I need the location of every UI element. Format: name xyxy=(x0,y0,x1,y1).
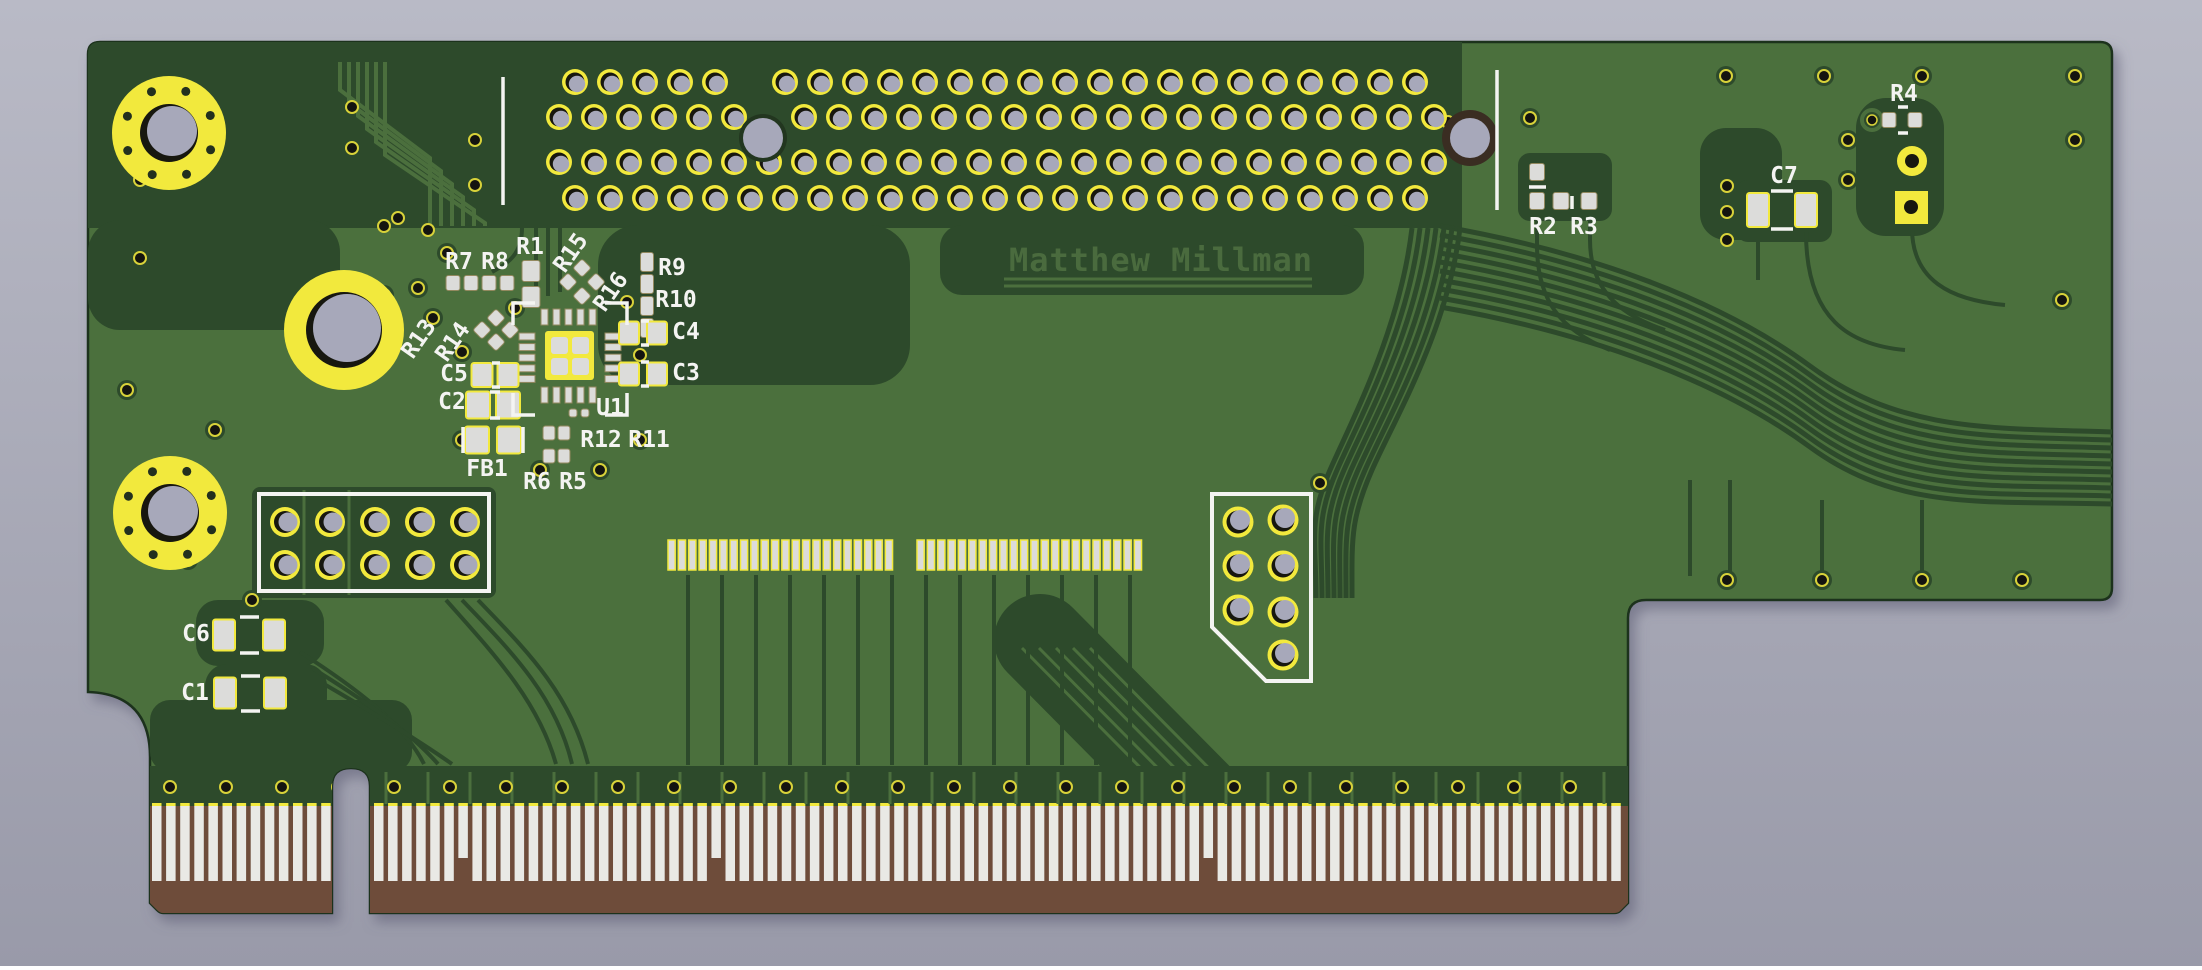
pcb-render-viewport: R7R8R1R15R16R9R10R13R14C4C5C3C2U1R12R11F… xyxy=(0,0,2202,966)
refdes-label-r3: R3 xyxy=(1570,214,1598,240)
refdes-label-fb1: FB1 xyxy=(466,456,508,482)
refdes-label-r10: R10 xyxy=(655,287,697,313)
refdes-label-c3: C3 xyxy=(672,360,700,386)
refdes-label-u1: U1 xyxy=(596,395,624,421)
refdes-label-c7: C7 xyxy=(1770,163,1798,189)
refdes-label-r12: R12 xyxy=(580,427,622,453)
refdes-label-c1: C1 xyxy=(181,680,209,706)
refdes-label-c6: C6 xyxy=(182,621,210,647)
refdes-label-r11: R11 xyxy=(628,427,670,453)
signature-copper-text: Matthew Millman xyxy=(1009,241,1313,279)
refdes-label-r4: R4 xyxy=(1890,81,1918,107)
refdes-label-r8: R8 xyxy=(481,249,509,275)
refdes-label-r1: R1 xyxy=(516,234,544,260)
refdes-label-c4: C4 xyxy=(672,319,700,345)
refdes-label-c5: C5 xyxy=(440,361,468,387)
refdes-label-r9: R9 xyxy=(658,255,686,281)
refdes-label-r7: R7 xyxy=(445,249,473,275)
refdes-label-r5: R5 xyxy=(559,469,587,495)
refdes-label-c2: C2 xyxy=(438,389,466,415)
refdes-label-r6: R6 xyxy=(523,469,551,495)
pcb-board-render: R7R8R1R15R16R9R10R13R14C4C5C3C2U1R12R11F… xyxy=(0,0,2202,966)
refdes-label-r2: R2 xyxy=(1529,214,1557,240)
